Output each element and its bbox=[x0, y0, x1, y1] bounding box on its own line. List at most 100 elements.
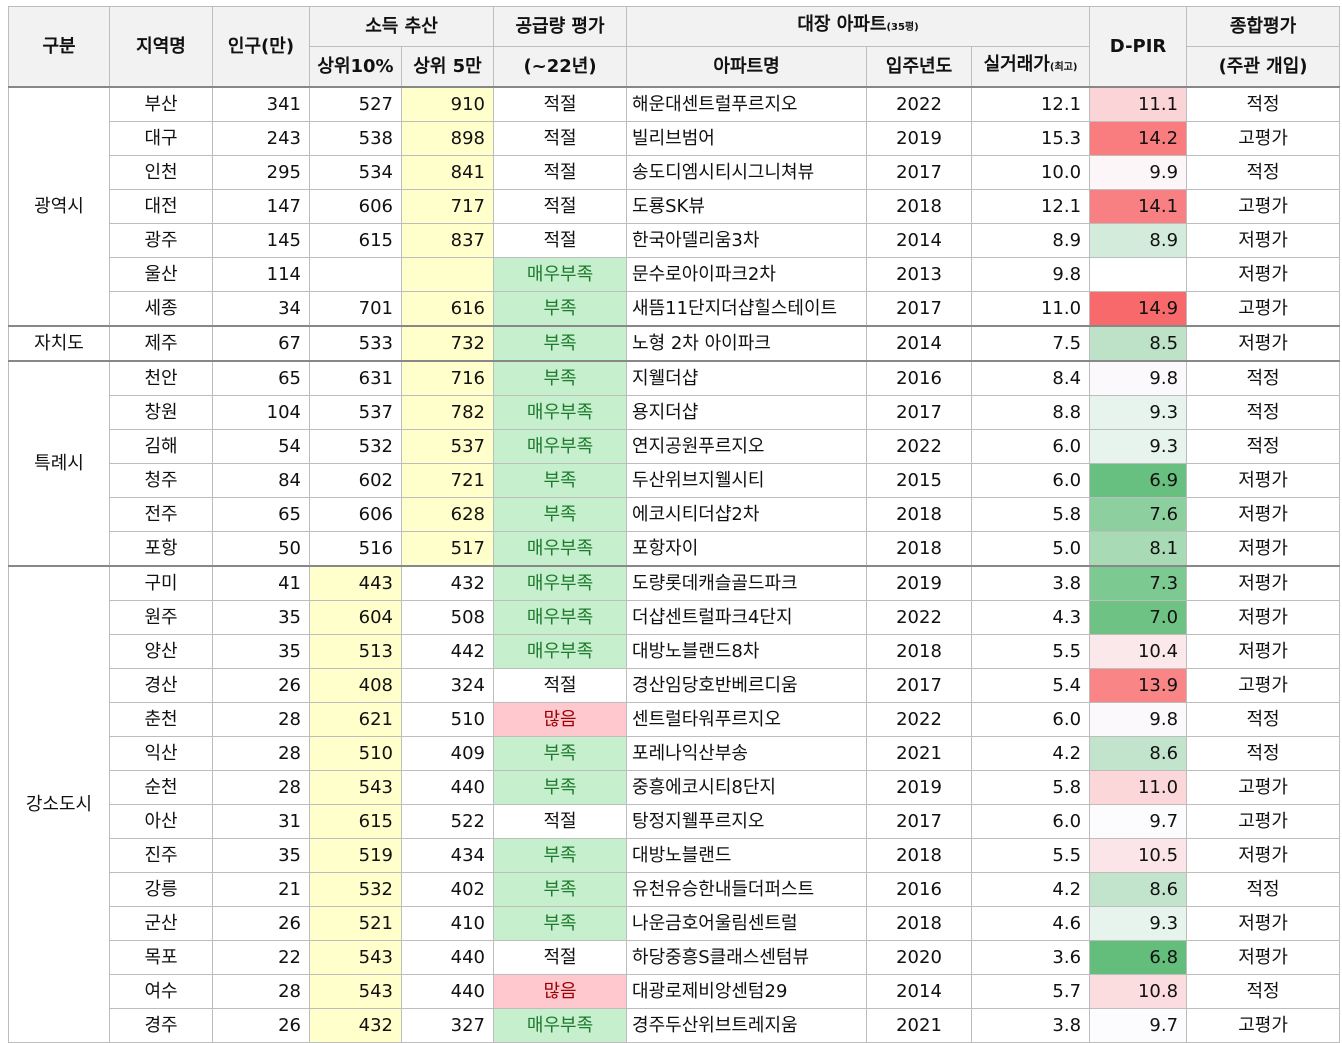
price-cell: 4.6 bbox=[971, 906, 1091, 941]
year-cell: 2019 bbox=[866, 770, 973, 805]
region-cell: 광주 bbox=[109, 223, 213, 258]
overall-cell: 고평가 bbox=[1186, 121, 1341, 156]
dpir-cell: 8.5 bbox=[1089, 325, 1188, 362]
income-top5man-cell: 324 bbox=[400, 668, 495, 703]
population-cell: 35 bbox=[212, 838, 310, 873]
table-row: 광주 145 615 837 적절 한국아델리움3차 2014 8.9 8.9 저평가 bbox=[9, 223, 1341, 258]
income-top5man-cell: 732 bbox=[400, 325, 495, 362]
price-cell: 5.0 bbox=[971, 531, 1091, 567]
income-top5man-cell: 442 bbox=[400, 634, 495, 669]
overall-cell: 적정 bbox=[1186, 702, 1341, 737]
apt-name-cell: 유천유승한내들더퍼스트 bbox=[626, 872, 868, 907]
apt-name-cell: 탕정지웰푸르지오 bbox=[626, 804, 868, 839]
year-cell: 2016 bbox=[866, 872, 973, 907]
header-price: 실거래가(최고) bbox=[971, 46, 1091, 88]
apt-name-cell: 더샵센트럴파크4단지 bbox=[626, 600, 868, 635]
income-top10-cell: 631 bbox=[309, 360, 402, 396]
year-cell: 2019 bbox=[866, 565, 973, 601]
header-dpir: D-PIR bbox=[1089, 6, 1188, 88]
supply-cell: 매우부족 bbox=[493, 257, 628, 292]
dpir-cell: 6.9 bbox=[1089, 463, 1188, 498]
income-top5man-cell: 432 bbox=[400, 565, 495, 601]
year-cell: 2014 bbox=[866, 223, 973, 258]
dpir-cell: 7.0 bbox=[1089, 600, 1188, 635]
population-cell: 22 bbox=[212, 940, 310, 975]
price-cell: 8.9 bbox=[971, 223, 1091, 258]
overall-cell: 적정 bbox=[1186, 872, 1341, 907]
income-top10-cell: 621 bbox=[309, 702, 402, 737]
population-cell: 35 bbox=[212, 634, 310, 669]
price-cell: 6.0 bbox=[971, 463, 1091, 498]
price-cell: 8.4 bbox=[971, 360, 1091, 396]
overall-cell: 저평가 bbox=[1186, 838, 1341, 873]
table-row: 목포 22 543 440 적절 하당중흥S클래스센텀뷰 2020 3.6 6.8 저평가 bbox=[9, 940, 1341, 975]
group-cell: 특례시 bbox=[8, 360, 110, 567]
dpir-cell: 8.6 bbox=[1089, 736, 1188, 771]
table-row: 포항 50 516 517 매우부족 포항자이 2018 5.0 8.1 저평가 bbox=[9, 531, 1341, 567]
supply-cell: 매우부족 bbox=[493, 395, 628, 430]
header-population: 인구(만) bbox=[212, 6, 310, 88]
table-row: 익산 28 510 409 부족 포레나익산부송 2021 4.2 8.6 적정 bbox=[9, 736, 1341, 771]
apt-name-cell: 빌리브범어 bbox=[626, 121, 868, 156]
region-cell: 아산 bbox=[109, 804, 213, 839]
price-cell: 4.3 bbox=[971, 600, 1091, 635]
region-cell: 춘천 bbox=[109, 702, 213, 737]
income-top5man-cell: 510 bbox=[400, 702, 495, 737]
region-cell: 원주 bbox=[109, 600, 213, 635]
population-cell: 26 bbox=[212, 1008, 310, 1043]
dpir-cell: 14.2 bbox=[1089, 121, 1188, 156]
income-top10-cell: 532 bbox=[309, 872, 402, 907]
overall-cell: 적정 bbox=[1186, 974, 1341, 1009]
price-cell: 6.0 bbox=[971, 702, 1091, 737]
income-top10-cell bbox=[309, 257, 402, 292]
year-cell: 2017 bbox=[866, 804, 973, 839]
population-cell: 31 bbox=[212, 804, 310, 839]
dpir-cell bbox=[1089, 257, 1188, 292]
year-cell: 2019 bbox=[866, 121, 973, 156]
price-cell: 5.5 bbox=[971, 838, 1091, 873]
population-cell: 147 bbox=[212, 189, 310, 224]
dpir-cell: 9.9 bbox=[1089, 155, 1188, 190]
table-row: 인천 295 534 841 적절 송도디엠시티시그니쳐뷰 2017 10.0 9.9 적정 bbox=[9, 155, 1341, 190]
population-cell: 28 bbox=[212, 702, 310, 737]
region-cell: 포항 bbox=[109, 531, 213, 567]
overall-cell: 적정 bbox=[1186, 155, 1341, 190]
income-top10-cell: 510 bbox=[309, 736, 402, 771]
supply-cell: 매우부족 bbox=[493, 565, 628, 601]
price-cell: 5.5 bbox=[971, 634, 1091, 669]
table-row: 전주 65 606 628 부족 에코시티더샵2차 2018 5.8 7.6 저평가 bbox=[9, 497, 1341, 532]
year-cell: 2017 bbox=[866, 668, 973, 703]
apt-name-cell: 노형 2차 아이파크 bbox=[626, 325, 868, 362]
overall-cell: 고평가 bbox=[1186, 1008, 1341, 1043]
population-cell: 341 bbox=[212, 86, 310, 122]
supply-cell: 적절 bbox=[493, 668, 628, 703]
overall-cell: 적정 bbox=[1186, 395, 1341, 430]
income-top5man-cell: 440 bbox=[400, 770, 495, 805]
year-cell: 2021 bbox=[866, 736, 973, 771]
income-top5man-cell: 440 bbox=[400, 940, 495, 975]
dpir-cell: 10.5 bbox=[1089, 838, 1188, 873]
header-apt-group: 대장 아파트(35평) bbox=[626, 6, 1091, 47]
income-top5man-cell: 402 bbox=[400, 872, 495, 907]
income-top5man-cell: 327 bbox=[400, 1008, 495, 1043]
dpir-cell: 11.0 bbox=[1089, 770, 1188, 805]
income-top10-cell: 432 bbox=[309, 1008, 402, 1043]
header-apt-group-unit: (35평) bbox=[886, 22, 919, 33]
population-cell: 114 bbox=[212, 257, 310, 292]
supply-cell: 부족 bbox=[493, 291, 628, 327]
income-top10-cell: 521 bbox=[309, 906, 402, 941]
income-top5man-cell: 717 bbox=[400, 189, 495, 224]
price-cell: 5.7 bbox=[971, 974, 1091, 1009]
price-cell: 4.2 bbox=[971, 736, 1091, 771]
income-top10-cell: 408 bbox=[309, 668, 402, 703]
overall-cell: 고평가 bbox=[1186, 189, 1341, 224]
income-top5man-cell: 616 bbox=[400, 291, 495, 327]
population-cell: 65 bbox=[212, 497, 310, 532]
apt-name-cell: 에코시티더샵2차 bbox=[626, 497, 868, 532]
population-cell: 34 bbox=[212, 291, 310, 327]
income-top10-cell: 538 bbox=[309, 121, 402, 156]
income-top5man-cell: 841 bbox=[400, 155, 495, 190]
region-cell: 세종 bbox=[109, 291, 213, 327]
dpir-cell: 8.1 bbox=[1089, 531, 1188, 567]
table-body: 광역시 부산 341 527 910 적절 해운대센트럴푸르지오 2022 12.1 11.1 적정… bbox=[8, 86, 1341, 1043]
